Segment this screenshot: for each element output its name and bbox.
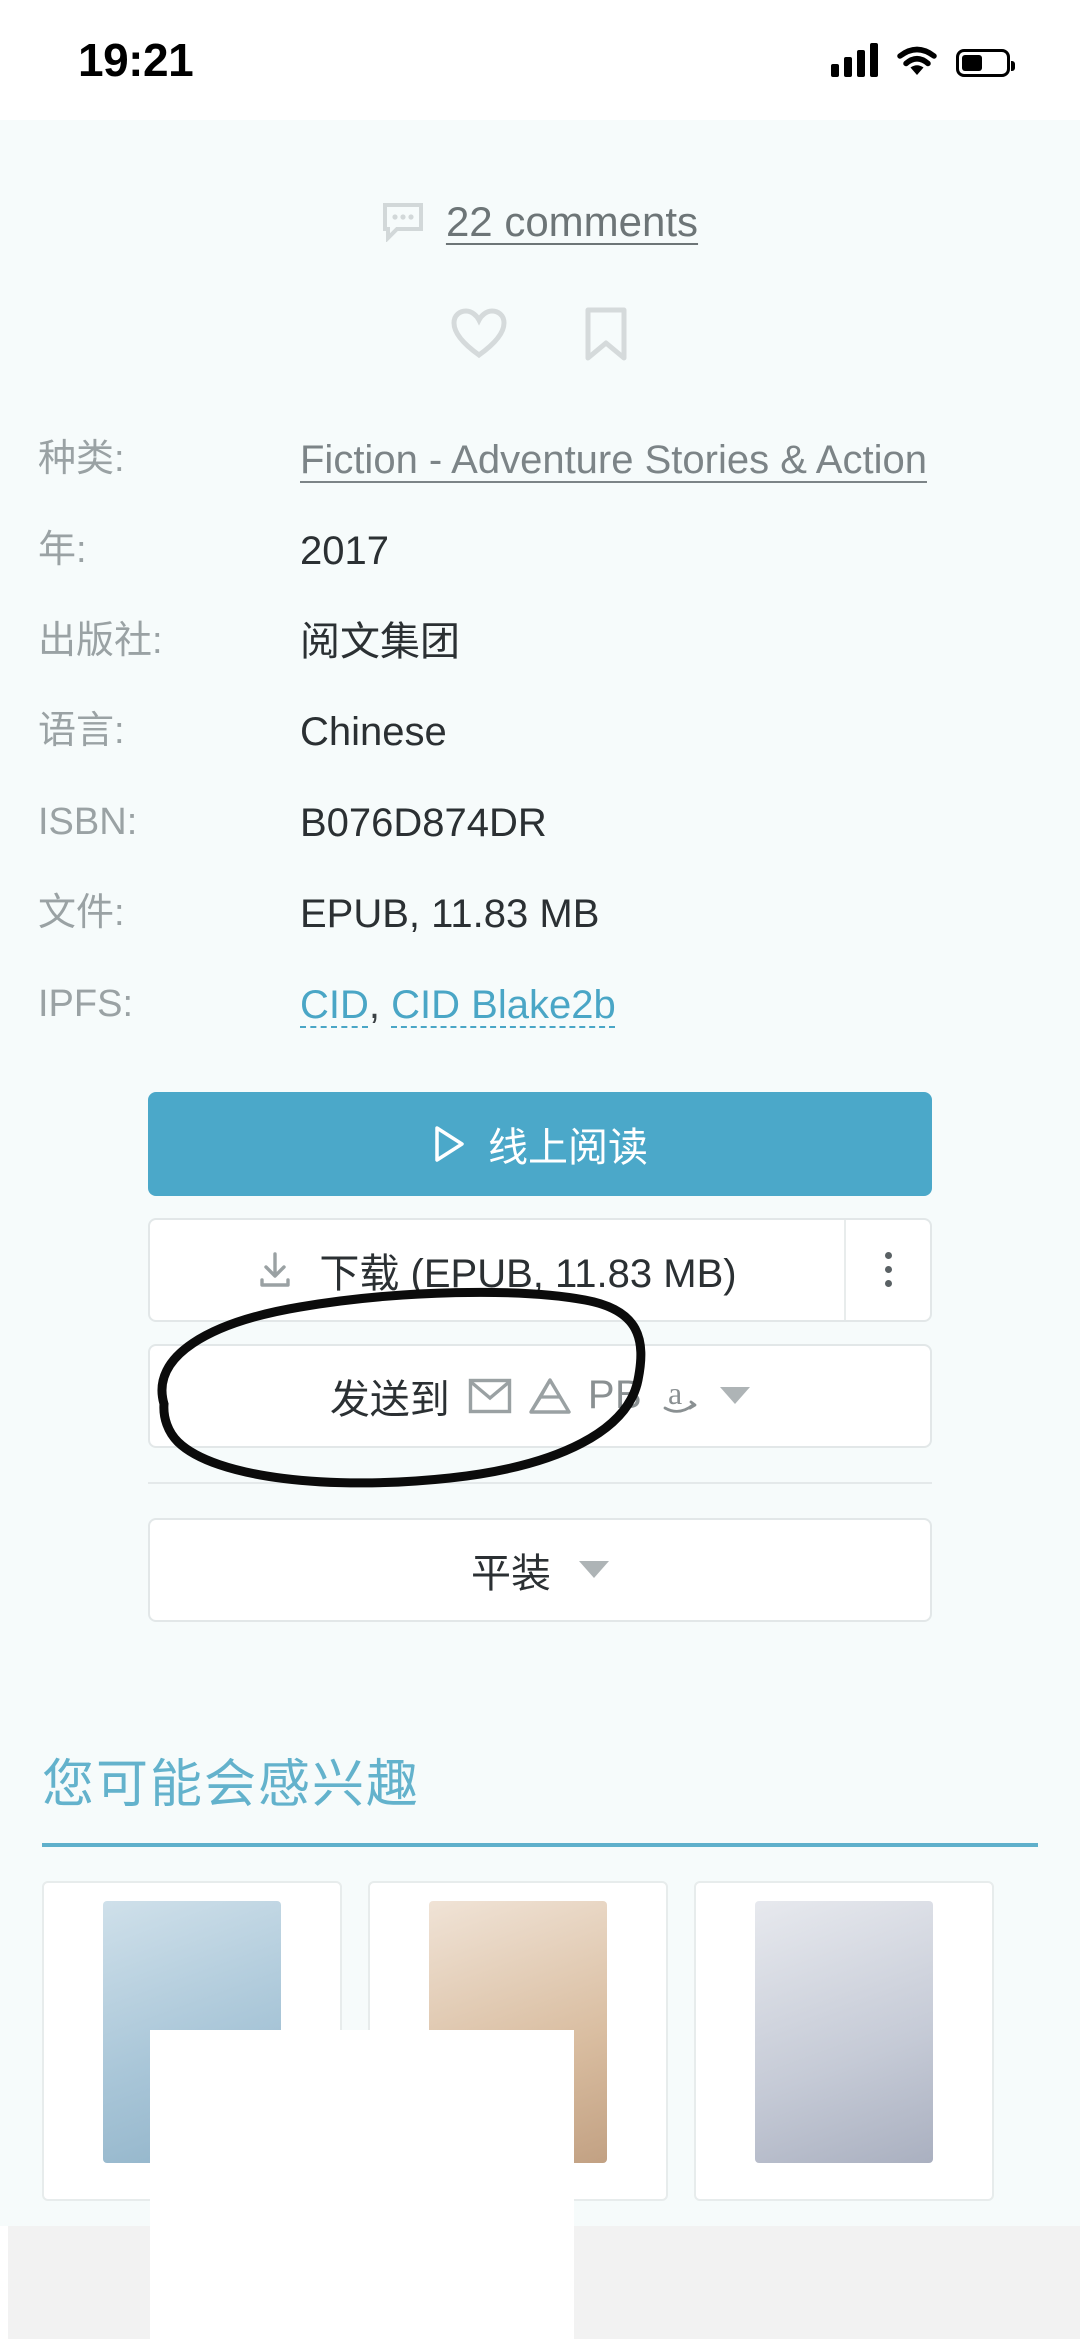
status-bar-time: 19:21 — [78, 34, 194, 86]
cid-blake2b-link[interactable]: CID Blake2b — [391, 983, 616, 1027]
metadata-label-isbn: ISBN: — [38, 801, 138, 844]
status-bar: 19:21 — [0, 0, 1080, 120]
metadata-value-publisher: 阅文集团 — [300, 619, 460, 664]
svg-text:a: a — [668, 1375, 682, 1411]
metadata-row-ipfs: IPFS: CID, CID Blake2b — [38, 977, 1042, 1034]
metadata-value-isbn: B076D874DR — [300, 801, 547, 846]
recommendation-card[interactable] — [694, 1880, 994, 2201]
read-online-label: 线上阅读 — [488, 1125, 648, 1170]
recommendations-rule — [42, 1842, 1038, 1847]
heart-outline-icon[interactable] — [450, 307, 508, 361]
genre-link[interactable]: Fiction - Adventure Stories & Action — [300, 438, 927, 482]
metadata-value-file: EPUB, 11.83 MB — [300, 891, 600, 936]
cellular-signal-icon — [831, 43, 878, 77]
google-drive-icon[interactable] — [528, 1376, 572, 1416]
metadata-row-file: 文件: EPUB, 11.83 MB — [38, 886, 1042, 943]
format-chevron-down-icon[interactable] — [579, 1561, 609, 1579]
wifi-icon — [897, 46, 937, 75]
metadata-row-isbn: ISBN: B076D874DR — [38, 795, 1042, 852]
send-to-targets: PB a — [468, 1373, 702, 1418]
metadata-label-year: 年: — [38, 528, 87, 571]
action-buttons: 线上阅读 下载 (EPUB, 11.83 MB) 发送到 PB a 平装 — [0, 1091, 1080, 1622]
format-label: 平装 — [471, 1551, 551, 1596]
metadata-row-year: 年: 2017 — [38, 523, 1042, 580]
metadata-value-ipfs: CID, CID Blake2b — [300, 977, 616, 1034]
read-online-button[interactable]: 线上阅读 — [148, 1091, 932, 1196]
comments-link[interactable]: 22 comments — [446, 198, 698, 246]
play-triangle-icon — [435, 1125, 464, 1162]
metadata-label-language: 语言: — [38, 710, 125, 753]
format-dropdown[interactable]: 平装 — [148, 1517, 932, 1622]
send-to-chevron-down-icon[interactable] — [720, 1387, 751, 1405]
bookmark-outline-icon[interactable] — [582, 306, 630, 362]
item-actions-row — [0, 246, 1080, 362]
battery-icon — [956, 49, 1015, 77]
bottom-overlay-sheet-extension — [150, 2226, 574, 2339]
book-detail-page: 19:21 22 comments 种类: Fiction - Adventur… — [0, 0, 1080, 2339]
download-button[interactable]: 下载 (EPUB, 11.83 MB) — [148, 1217, 932, 1322]
metadata-row-genre: 种类: Fiction - Adventure Stories & Action — [38, 432, 1042, 489]
comments-row[interactable]: 22 comments — [0, 120, 1080, 246]
metadata-label-genre: 种类: — [38, 438, 125, 480]
section-divider — [148, 1481, 932, 1484]
recommendations-title: 您可能会感兴趣 — [42, 1755, 421, 1814]
send-to-button[interactable]: 发送到 PB a — [148, 1343, 932, 1448]
book-cover-image — [755, 1900, 933, 2163]
metadata-value-year: 2017 — [300, 528, 389, 573]
download-icon — [260, 1251, 291, 1287]
cid-separator: , — [368, 982, 381, 1027]
status-bar-indicators — [831, 43, 1015, 77]
book-metadata-table: 种类: Fiction - Adventure Stories & Action… — [0, 432, 1080, 1034]
metadata-value-genre: Fiction - Adventure Stories & Action — [300, 432, 927, 489]
left-edge-white-strip — [0, 2226, 8, 2339]
cid-link[interactable]: CID — [300, 983, 369, 1027]
metadata-row-publisher: 出版社: 阅文集团 — [38, 614, 1042, 671]
kebab-menu-icon[interactable] — [844, 1219, 930, 1320]
metadata-label-ipfs: IPFS: — [38, 982, 134, 1025]
send-to-label: 发送到 — [329, 1377, 450, 1422]
metadata-label-file: 文件: — [38, 891, 125, 934]
metadata-row-language: 语言: Chinese — [38, 704, 1042, 761]
pb-label[interactable]: PB — [588, 1373, 642, 1418]
metadata-value-language: Chinese — [300, 710, 447, 755]
page-content: 22 comments 种类: Fiction - Adventure Stor… — [0, 120, 1080, 2201]
email-icon[interactable] — [468, 1378, 512, 1414]
comment-bubble-icon — [382, 203, 423, 242]
download-label: 下载 (EPUB, 11.83 MB) — [319, 1251, 737, 1296]
metadata-label-publisher: 出版社: — [38, 619, 163, 662]
amazon-icon[interactable]: a — [658, 1374, 702, 1418]
